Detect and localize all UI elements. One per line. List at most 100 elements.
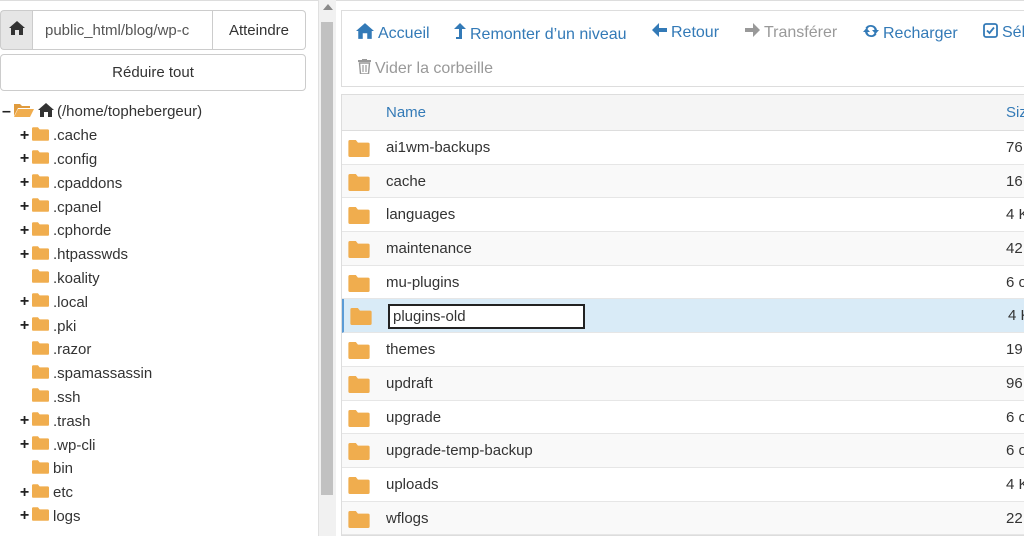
file-name[interactable]: upgrade-temp-backup [386,442,533,459]
tree-item[interactable]: +.koality [0,267,318,291]
tree-item-label: .pki [53,317,77,335]
expand-toggle[interactable]: + [18,175,31,191]
file-row[interactable]: ai1wm-backups 76 [342,131,1024,165]
collapse-toggle[interactable]: – [0,103,13,120]
file-size: 6 o [1006,273,1024,291]
arrow-right-icon [745,23,764,42]
tree-item[interactable]: + .htpasswds [0,243,318,267]
back-button[interactable]: Retour [652,23,719,42]
file-row[interactable]: 4 K [342,299,1024,334]
folder-icon [348,241,370,263]
tree-scrollbar-thumb[interactable] [321,22,333,495]
tree-item[interactable]: + .cpaddons [0,171,318,195]
column-header-name[interactable]: Name [386,104,426,121]
go-button[interactable]: Atteindre [213,10,306,50]
collapse-all-button[interactable]: Réduire tout [0,54,306,91]
folder-icon [32,317,49,335]
file-name[interactable]: wflogs [386,510,429,527]
expand-toggle[interactable]: + [18,484,31,501]
file-row[interactable]: maintenance 42 [342,232,1024,266]
file-row[interactable]: themes 19 [342,333,1024,367]
folder-icon [32,198,49,216]
expand-toggle[interactable]: + [18,199,31,215]
scroll-up-arrow-icon[interactable] [323,4,333,10]
tree-item[interactable]: + .local [0,290,318,314]
tree-item[interactable]: + .wp-cli [0,433,318,457]
tree-item[interactable]: + .cphorde [0,219,318,243]
folder-icon [348,443,370,465]
expand-toggle[interactable]: + [18,246,31,263]
expand-toggle[interactable]: + [18,413,31,429]
folder-icon [32,222,49,240]
file-name[interactable]: maintenance [386,240,472,257]
level-up-icon [454,23,470,46]
expand-toggle[interactable]: + [18,222,31,239]
folder-icon [348,173,370,196]
tree-item-label: .htpasswds [53,246,129,264]
file-row[interactable]: uploads 4 K [342,468,1024,502]
tree-item-label: .trash [53,412,91,430]
expand-toggle[interactable]: + [18,127,31,144]
tree-item[interactable]: + etc [0,481,318,505]
file-name[interactable]: mu-plugins [386,274,459,291]
folder-icon [32,507,49,525]
home-button[interactable]: Accueil [356,23,430,44]
tree-item[interactable]: + .cpanel [0,195,318,219]
file-row[interactable]: cache 16 [342,164,1024,199]
trash-icon [358,59,375,79]
select-all-button[interactable]: Séle [983,23,1024,43]
tree-item[interactable]: + .pki [0,314,318,338]
expand-toggle[interactable]: + [18,318,31,334]
path-input[interactable] [32,10,213,50]
tree-item[interactable]: +.razor [0,338,318,362]
column-header-size[interactable]: Siz [1006,104,1024,121]
file-row[interactable]: upgrade-temp-backup 6 o [342,434,1024,468]
empty-trash-button[interactable]: Vider la corbeille [358,59,493,79]
tree-item-label: logs [53,507,81,525]
file-size: 16 [1006,172,1023,190]
tree-item-label: .cpaddons [53,174,123,192]
up-one-level-button[interactable]: Remonter d’un niveau [454,23,627,46]
file-row[interactable]: mu-plugins 6 o [342,266,1024,300]
file-name[interactable]: themes [386,341,435,358]
expand-toggle[interactable]: + [18,437,31,453]
tree-item[interactable]: + .trash [0,409,318,433]
tree-item-label: etc [53,484,74,502]
folder-icon [32,245,49,264]
toolbar: Accueil Remonter d’un niveau Retour Tran… [341,10,1024,87]
file-name[interactable]: cache [386,173,426,190]
forward-button[interactable]: Transférer [745,23,837,42]
tree-root[interactable]: – (/home/tophebergeur) [0,100,318,124]
folder-icon [32,412,49,430]
reload-button[interactable]: Recharger [863,23,958,44]
home-button-label: Accueil [378,24,430,42]
file-name[interactable]: updraft [386,375,433,392]
tree-item[interactable]: +.spamassassin [0,362,318,386]
file-name[interactable]: upgrade [386,409,441,426]
tree-item-label: .local [53,293,89,311]
file-size: 6 o [1006,408,1024,426]
file-name[interactable]: ai1wm-backups [386,139,490,156]
file-size: 22 [1006,509,1023,527]
file-row[interactable]: wflogs 22 [342,501,1024,535]
file-row[interactable]: languages 4 K [342,198,1024,233]
file-name[interactable]: languages [386,206,455,223]
tree-item[interactable]: +.ssh [0,386,318,410]
file-row[interactable]: upgrade 6 o [342,401,1024,435]
tree-item[interactable]: + .cache [0,124,318,148]
tree-item[interactable]: + .config [0,148,318,172]
tree-item[interactable]: + logs [0,505,318,529]
expand-toggle[interactable]: + [18,151,31,167]
home-path-button[interactable] [0,10,32,50]
folder-icon [32,174,49,192]
folder-icon [348,274,370,297]
expand-toggle[interactable]: + [18,294,31,310]
refresh-icon [863,23,883,44]
back-label: Retour [671,23,720,41]
file-name[interactable]: uploads [386,476,439,493]
tree-item[interactable]: +bin [0,457,318,481]
folder-icon [32,388,49,406]
rename-input[interactable] [388,304,585,330]
file-row[interactable]: updraft 96 [342,366,1024,401]
expand-toggle[interactable]: + [18,508,31,524]
